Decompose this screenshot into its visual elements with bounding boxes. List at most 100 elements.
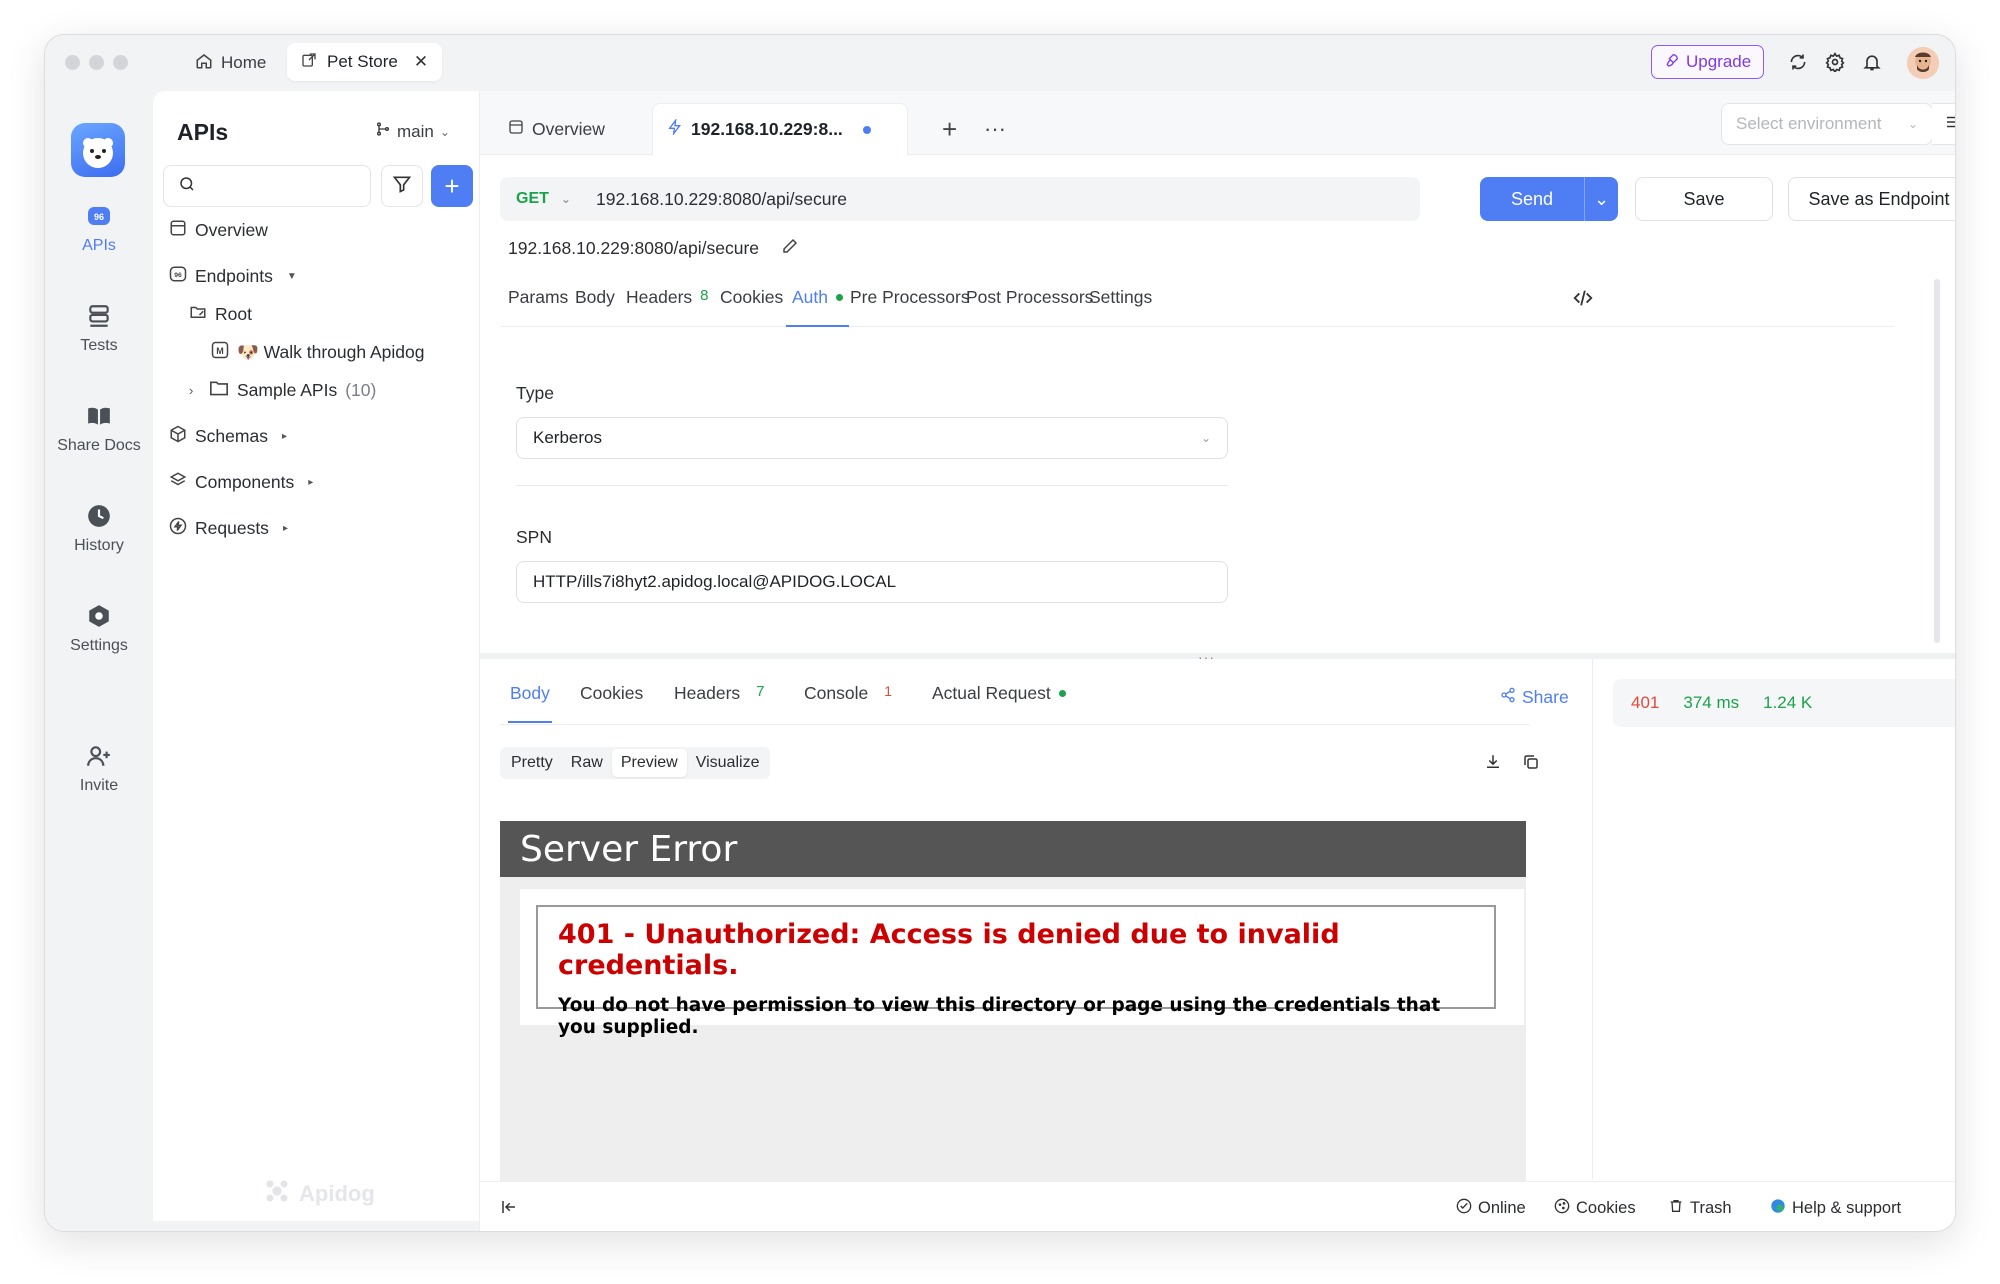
title-bar: Home Pet Store ✕ Upgrade — [45, 35, 1955, 91]
rail-item-tests[interactable]: Tests — [45, 303, 153, 355]
rail-item-invite[interactable]: Invite — [45, 743, 153, 795]
tree-item-sample-apis[interactable]: › Sample APIs (10) — [189, 379, 376, 402]
folder-link-icon — [189, 303, 207, 326]
tab-request[interactable]: 192.168.10.229:8... — [652, 103, 908, 155]
tab-pre-processors[interactable]: Pre Processors — [850, 287, 970, 327]
rail-item-apis[interactable]: 96 APIs — [45, 203, 153, 255]
tree-item-root[interactable]: Root — [189, 303, 252, 326]
tab-settings[interactable]: Settings — [1089, 287, 1152, 327]
save-label: Save — [1683, 188, 1725, 209]
rail-item-history[interactable]: History — [45, 503, 153, 555]
online-status[interactable]: Online — [1456, 1198, 1526, 1219]
home-icon — [195, 52, 213, 75]
tab-headers[interactable]: Headers 8 — [626, 287, 709, 327]
spn-label: SPN — [516, 527, 552, 547]
rail-item-share-docs[interactable]: Share Docs — [45, 403, 153, 455]
tree-item-walkthrough[interactable]: M 🐶 Walk through Apidog — [211, 341, 425, 364]
code-icon[interactable] — [1572, 287, 1594, 327]
hexagon-gear-icon — [86, 603, 112, 629]
upgrade-button[interactable]: Upgrade — [1651, 45, 1765, 79]
cookie-icon — [1554, 1198, 1570, 1219]
tab-params[interactable]: Params — [508, 287, 568, 327]
auth-type-select[interactable]: Kerberos ⌄ — [516, 417, 1228, 459]
resp-tab-cookies[interactable]: Cookies — [580, 683, 643, 723]
trash-button[interactable]: Trash — [1668, 1198, 1732, 1219]
save-button[interactable]: Save — [1635, 177, 1773, 221]
rail-item-settings[interactable]: Settings — [45, 603, 153, 655]
tree-item-overview[interactable]: Overview — [169, 219, 268, 242]
bell-icon[interactable] — [1859, 49, 1885, 75]
tab-settings-label: Settings — [1089, 287, 1153, 307]
tab-overview[interactable]: Overview — [494, 103, 619, 155]
resp-tab-body[interactable]: Body — [508, 683, 552, 723]
search-input[interactable] — [163, 165, 371, 207]
spn-input[interactable]: HTTP/ills7i8hyt2.apidog.local@APIDOG.LOC… — [516, 561, 1228, 603]
server-error-header: Server Error — [500, 821, 1526, 877]
avatar[interactable] — [1907, 47, 1939, 79]
url-input[interactable]: 192.168.10.229:8080/api/secure — [596, 189, 847, 210]
resp-tab-actual-request[interactable]: Actual Request — [932, 683, 1066, 723]
tab-cookies[interactable]: Cookies — [720, 287, 783, 327]
error-title: 401 - Unauthorized: Access is denied due… — [558, 919, 1340, 981]
close-window-button[interactable] — [65, 55, 80, 70]
external-link-icon — [301, 52, 317, 73]
view-visualize[interactable]: Visualize — [687, 749, 769, 777]
send-button[interactable]: Send ⌄ — [1480, 177, 1618, 221]
view-raw[interactable]: Raw — [562, 749, 612, 777]
apidog-watermark: Apidog — [263, 1177, 375, 1211]
collapse-sidebar-icon[interactable] — [500, 1198, 518, 1216]
resp-tab-headers[interactable]: Headers 7 — [674, 683, 765, 723]
tree-item-components[interactable]: Components ▸ — [169, 471, 313, 494]
send-options-chevron-icon[interactable]: ⌄ — [1584, 177, 1618, 221]
zoom-window-button[interactable] — [113, 55, 128, 70]
tab-post-label: Post Processors — [966, 287, 1094, 307]
tree-item-schemas[interactable]: Schemas ▸ — [169, 425, 287, 448]
tree-item-requests[interactable]: Requests ▸ — [169, 517, 288, 540]
api-sidebar: APIs main ⌄ + Overview 96 Endpoints ▼ Ro… — [153, 91, 479, 1221]
new-tab-button[interactable]: + — [928, 103, 971, 155]
pencil-icon[interactable] — [781, 237, 799, 260]
environment-menu-button[interactable] — [1932, 103, 1955, 145]
tab-body[interactable]: Body — [575, 287, 615, 327]
tab-post-processors[interactable]: Post Processors — [966, 287, 1093, 327]
gear-icon[interactable] — [1822, 49, 1848, 75]
add-button[interactable]: + — [431, 165, 473, 207]
view-pretty[interactable]: Pretty — [502, 749, 562, 777]
refresh-icon[interactable] — [1785, 49, 1811, 75]
tests-icon — [86, 303, 112, 329]
cookies-button[interactable]: Cookies — [1554, 1198, 1636, 1219]
minimize-window-button[interactable] — [89, 55, 104, 70]
project-logo[interactable] — [71, 123, 125, 177]
auth-status-dot — [836, 294, 843, 301]
resp-tab-headers-label: Headers — [674, 683, 741, 703]
view-preview[interactable]: Preview — [611, 749, 687, 777]
filter-button[interactable] — [381, 165, 423, 207]
branch-selector[interactable]: main ⌄ — [375, 121, 450, 142]
nav-rail: 96 APIs Tests Share Docs History Setting… — [45, 91, 153, 1231]
resp-tab-console[interactable]: Console 1 — [804, 683, 892, 723]
tree-item-endpoints[interactable]: 96 Endpoints ▼ — [169, 265, 297, 288]
watermark-text: Apidog — [299, 1181, 375, 1206]
download-icon[interactable] — [1482, 751, 1504, 773]
tab-auth[interactable]: Auth — [786, 287, 849, 327]
scrollbar[interactable] — [1934, 279, 1940, 643]
chevron-down-icon: ⌄ — [560, 192, 571, 206]
branch-label: main — [397, 121, 434, 141]
chevron-right-icon: › — [189, 383, 194, 398]
tree-label-walkthrough: 🐶 Walk through Apidog — [237, 342, 425, 362]
save-as-endpoint-button[interactable]: Save as Endpoint — [1788, 177, 1955, 221]
copy-icon[interactable] — [1520, 751, 1542, 773]
help-support-button[interactable]: Help & support — [1770, 1198, 1901, 1219]
close-tab-icon[interactable]: ✕ — [414, 52, 428, 72]
more-icon: ··· — [984, 116, 1006, 141]
method-select[interactable]: GET ⌄ — [500, 177, 596, 221]
share-button[interactable]: Share — [1500, 687, 1569, 708]
tab-home[interactable]: Home — [185, 45, 276, 81]
environment-select[interactable]: Select environment ⌄ — [1721, 103, 1933, 145]
tab-pet-store[interactable]: Pet Store ✕ — [287, 43, 443, 81]
more-tabs-button[interactable]: ··· — [970, 103, 1020, 155]
check-circle-icon — [1456, 1198, 1472, 1219]
endpoints-icon: 96 — [169, 265, 187, 288]
tree-label-root: Root — [215, 304, 252, 324]
drag-handle-icon[interactable]: ··· — [1198, 649, 1215, 665]
